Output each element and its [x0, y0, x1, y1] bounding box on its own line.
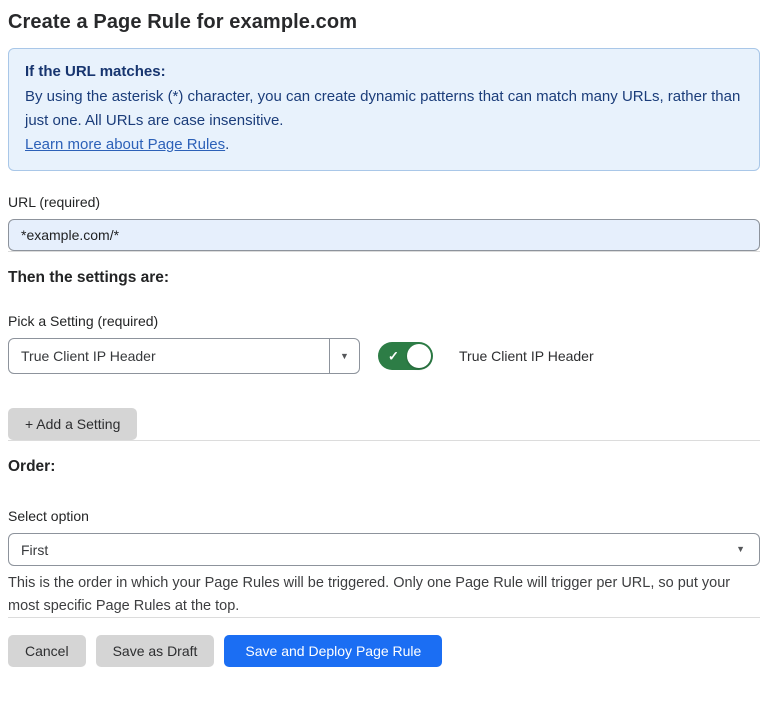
- url-match-info-box: If the URL matches: By using the asteris…: [8, 48, 760, 171]
- order-section-heading: Order:: [8, 457, 760, 477]
- pick-setting-label: Pick a Setting (required): [8, 312, 760, 330]
- footer-divider: [8, 617, 760, 618]
- setting-select-value: True Client IP Header: [9, 348, 329, 364]
- select-option-label: Select option: [8, 507, 760, 525]
- page-title: Create a Page Rule for example.com: [8, 8, 760, 36]
- setting-select[interactable]: True Client IP Header ▼: [8, 338, 360, 374]
- learn-more-link[interactable]: Learn more about Page Rules: [25, 136, 225, 153]
- toggle-knob: [407, 344, 431, 368]
- chevron-down-icon: ▼: [340, 352, 349, 361]
- info-box-heading: If the URL matches:: [25, 60, 743, 84]
- section-divider: [8, 251, 760, 252]
- cancel-button[interactable]: Cancel: [8, 635, 86, 667]
- order-help-text: This is the order in which your Page Rul…: [8, 572, 753, 617]
- link-suffix: .: [225, 136, 229, 153]
- check-icon: ✓: [388, 350, 399, 363]
- url-field-label: URL (required): [8, 193, 760, 211]
- toggle-label: True Client IP Header: [459, 348, 594, 364]
- save-and-deploy-button[interactable]: Save and Deploy Page Rule: [224, 635, 442, 667]
- section-divider: [8, 440, 760, 441]
- setting-row: True Client IP Header ▼ ✓ True Client IP…: [8, 338, 760, 374]
- info-box-link-line: Learn more about Page Rules.: [25, 133, 743, 157]
- create-page-rule-form: Create a Page Rule for example.com If th…: [0, 0, 769, 667]
- settings-section-heading: Then the settings are:: [8, 268, 760, 288]
- order-select-value: First: [9, 542, 736, 558]
- true-client-ip-toggle[interactable]: ✓: [378, 342, 433, 370]
- info-box-body: By using the asterisk (*) character, you…: [25, 85, 743, 133]
- footer-buttons: Cancel Save as Draft Save and Deploy Pag…: [8, 635, 760, 667]
- chevron-down-icon: ▼: [736, 545, 759, 554]
- order-select[interactable]: First ▼: [8, 533, 760, 566]
- save-as-draft-button[interactable]: Save as Draft: [96, 635, 215, 667]
- url-input[interactable]: [8, 219, 760, 251]
- add-setting-button[interactable]: + Add a Setting: [8, 408, 137, 440]
- setting-select-arrow-button[interactable]: ▼: [329, 339, 359, 373]
